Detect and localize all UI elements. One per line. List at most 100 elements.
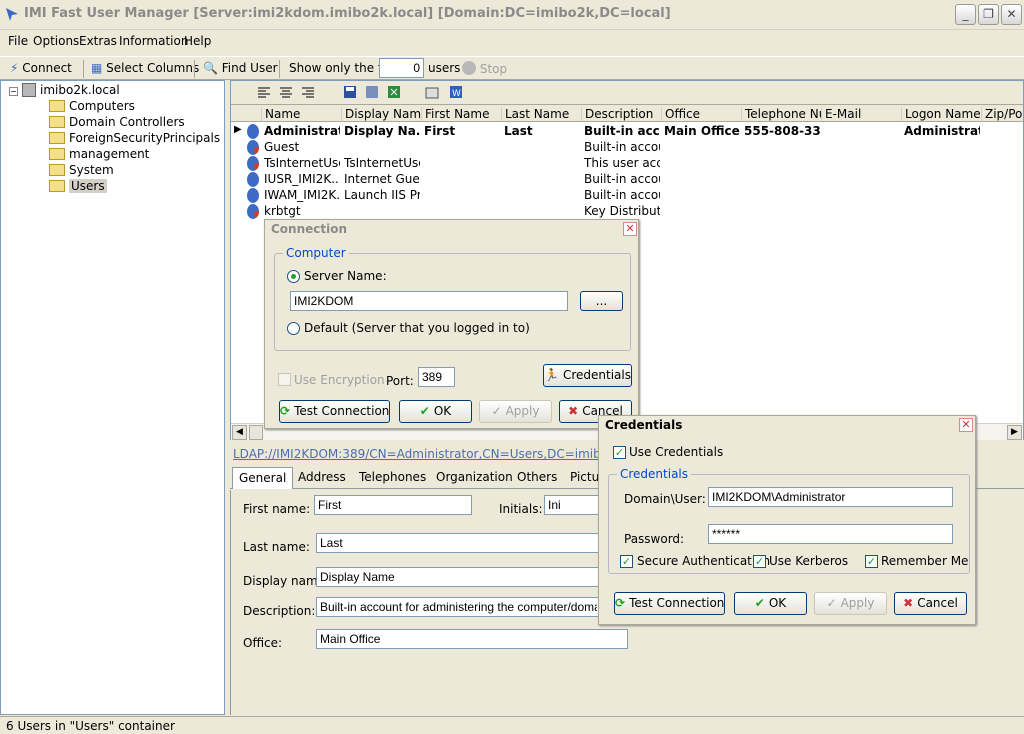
column-header-display-name[interactable]: Display Name bbox=[341, 107, 421, 121]
use-kerberos-checkbox[interactable]: ✓ bbox=[753, 555, 766, 568]
folder-icon bbox=[49, 116, 65, 128]
column-header-office[interactable]: Office bbox=[661, 107, 741, 121]
tab-organization[interactable]: Organization bbox=[430, 467, 519, 489]
align-right-icon[interactable] bbox=[301, 85, 315, 99]
tree-item-users[interactable]: Users bbox=[49, 179, 107, 193]
column-header-last-name[interactable]: Last Name bbox=[501, 107, 581, 121]
table-row[interactable]: IUSR_IMI2K... Internet Guest... Built-in… bbox=[231, 171, 1023, 187]
use-kerberos-label: Use Kerberos bbox=[769, 554, 849, 568]
select-columns-button[interactable]: ▦ Select Columns bbox=[91, 61, 199, 75]
window-title: IMI Fast User Manager [Server:imi2kdom.i… bbox=[24, 6, 671, 21]
show-first-input[interactable] bbox=[379, 58, 424, 78]
menu-file[interactable]: File bbox=[8, 34, 28, 48]
table-row[interactable]: IWAM_IMI2K... Launch IIS Pr... Built-in … bbox=[231, 187, 1023, 203]
office-input[interactable] bbox=[316, 629, 628, 649]
search-icon: 🔍 bbox=[203, 61, 218, 75]
folder-icon bbox=[49, 164, 65, 176]
server-name-label: Server Name: bbox=[304, 269, 387, 283]
status-bar: 6 Users in "Users" container bbox=[0, 716, 1024, 734]
svg-text:W: W bbox=[452, 89, 461, 99]
menu-information[interactable]: Information bbox=[119, 34, 188, 48]
column-header-first-name[interactable]: First Name bbox=[421, 107, 501, 121]
initials-input[interactable] bbox=[544, 495, 599, 515]
credentials-apply-button[interactable]: ✓ Apply bbox=[814, 592, 887, 615]
scroll-thumb[interactable] bbox=[249, 425, 263, 440]
connect-button[interactable]: ⚡ Connect bbox=[10, 61, 72, 75]
server-name-input[interactable] bbox=[290, 291, 568, 311]
column-header-description[interactable]: Description bbox=[581, 107, 661, 121]
description-input[interactable] bbox=[316, 597, 601, 617]
credentials-close-icon[interactable]: ✕ bbox=[959, 418, 973, 432]
port-input[interactable] bbox=[418, 367, 455, 387]
table-row[interactable]: ▶ Administrator Display Na... First Last… bbox=[231, 123, 1023, 139]
tree-root[interactable]: − imibo2k.local bbox=[9, 83, 120, 97]
remember-me-checkbox[interactable]: ✓ bbox=[865, 555, 878, 568]
password-input[interactable] bbox=[708, 524, 953, 544]
credentials-button[interactable]: 🏃 Credentials bbox=[543, 364, 632, 387]
properties-icon[interactable] bbox=[425, 85, 439, 99]
column-header-name[interactable]: Name bbox=[261, 107, 341, 121]
save-icon[interactable] bbox=[343, 85, 357, 99]
menu-help[interactable]: Help bbox=[184, 34, 211, 48]
use-credentials-label: Use Credentials bbox=[629, 445, 724, 459]
first-name-label: First name: bbox=[243, 502, 311, 516]
close-button[interactable]: ✕ bbox=[1001, 4, 1022, 25]
export-icon[interactable] bbox=[365, 85, 379, 99]
align-left-icon[interactable] bbox=[257, 85, 271, 99]
port-label: Port: bbox=[386, 374, 414, 388]
column-header-telephone[interactable]: Telephone Nu... bbox=[741, 107, 821, 121]
collapse-icon[interactable]: − bbox=[9, 87, 18, 96]
office-label: Office: bbox=[243, 636, 283, 650]
checkmark-icon: ✓ bbox=[491, 404, 502, 418]
table-row[interactable]: krbtgt Key Distributio... bbox=[231, 203, 1023, 219]
tree-item-computers[interactable]: Computers bbox=[49, 99, 135, 113]
users-label: users bbox=[428, 61, 461, 75]
test-connection-button[interactable]: ⟳ Test Connection bbox=[279, 400, 390, 423]
credentials-cancel-button[interactable]: ✖ Cancel bbox=[894, 592, 967, 615]
first-name-input[interactable] bbox=[314, 495, 472, 515]
menu-extras[interactable]: Extras bbox=[79, 34, 117, 48]
use-credentials-checkbox[interactable]: ✓ bbox=[613, 446, 626, 459]
folder-icon bbox=[49, 132, 65, 144]
secure-authentication-label: Secure Authentication bbox=[637, 554, 771, 568]
scroll-right-icon[interactable]: ▶ bbox=[1007, 425, 1022, 440]
apply-button[interactable]: ✓ Apply bbox=[479, 400, 552, 423]
scroll-left-icon[interactable]: ◀ bbox=[232, 425, 247, 440]
use-encryption-checkbox[interactable] bbox=[278, 373, 291, 386]
table-row[interactable]: Guest Built-in accou... bbox=[231, 139, 1023, 155]
menu-options[interactable]: Options bbox=[33, 34, 79, 48]
tree-item-management[interactable]: management bbox=[49, 147, 149, 161]
column-header-zip[interactable]: Zip/Pos bbox=[981, 107, 1023, 121]
credentials-group-label: Credentials bbox=[617, 467, 692, 481]
column-header-email[interactable]: E-Mail bbox=[821, 107, 901, 121]
credentials-test-connection-button[interactable]: ⟳ Test Connection bbox=[614, 592, 725, 615]
stop-button[interactable]: Stop bbox=[462, 61, 507, 76]
browse-server-button[interactable]: ... bbox=[580, 291, 623, 311]
align-center-icon[interactable] bbox=[279, 85, 293, 99]
column-header-logon-name[interactable]: Logon Name bbox=[901, 107, 981, 121]
last-name-input[interactable] bbox=[316, 533, 601, 553]
credentials-ok-button[interactable]: ✔ OK bbox=[734, 592, 807, 615]
server-name-radio[interactable] bbox=[287, 270, 300, 283]
tab-general[interactable]: General bbox=[232, 467, 294, 489]
tree-item-domain-controllers[interactable]: Domain Controllers bbox=[49, 115, 185, 129]
tab-others[interactable]: Others bbox=[511, 467, 563, 489]
tree-item-system[interactable]: System bbox=[49, 163, 114, 177]
word-icon[interactable]: W bbox=[449, 85, 463, 99]
tab-address[interactable]: Address bbox=[292, 467, 352, 489]
excel-icon[interactable] bbox=[387, 85, 401, 99]
maximize-button[interactable]: ❐ bbox=[978, 4, 999, 25]
refresh-icon: ⟳ bbox=[280, 404, 291, 418]
secure-authentication-checkbox[interactable]: ✓ bbox=[620, 555, 633, 568]
connection-close-icon[interactable]: ✕ bbox=[623, 222, 637, 236]
tree-item-foreign-security-principals[interactable]: ForeignSecurityPrincipals bbox=[49, 131, 220, 145]
minimize-button[interactable]: _ bbox=[955, 4, 976, 25]
domain-user-input[interactable] bbox=[708, 487, 953, 507]
table-row[interactable]: TsInternetUser TsInternetUser This user … bbox=[231, 155, 1023, 171]
ok-button[interactable]: ✔ OK bbox=[399, 400, 472, 423]
find-user-button[interactable]: 🔍 Find User bbox=[203, 61, 278, 75]
display-name-input[interactable] bbox=[316, 567, 601, 587]
checkmark-icon: ✔ bbox=[419, 404, 430, 418]
default-server-radio[interactable] bbox=[287, 322, 300, 335]
tab-telephones[interactable]: Telephones bbox=[353, 467, 432, 489]
